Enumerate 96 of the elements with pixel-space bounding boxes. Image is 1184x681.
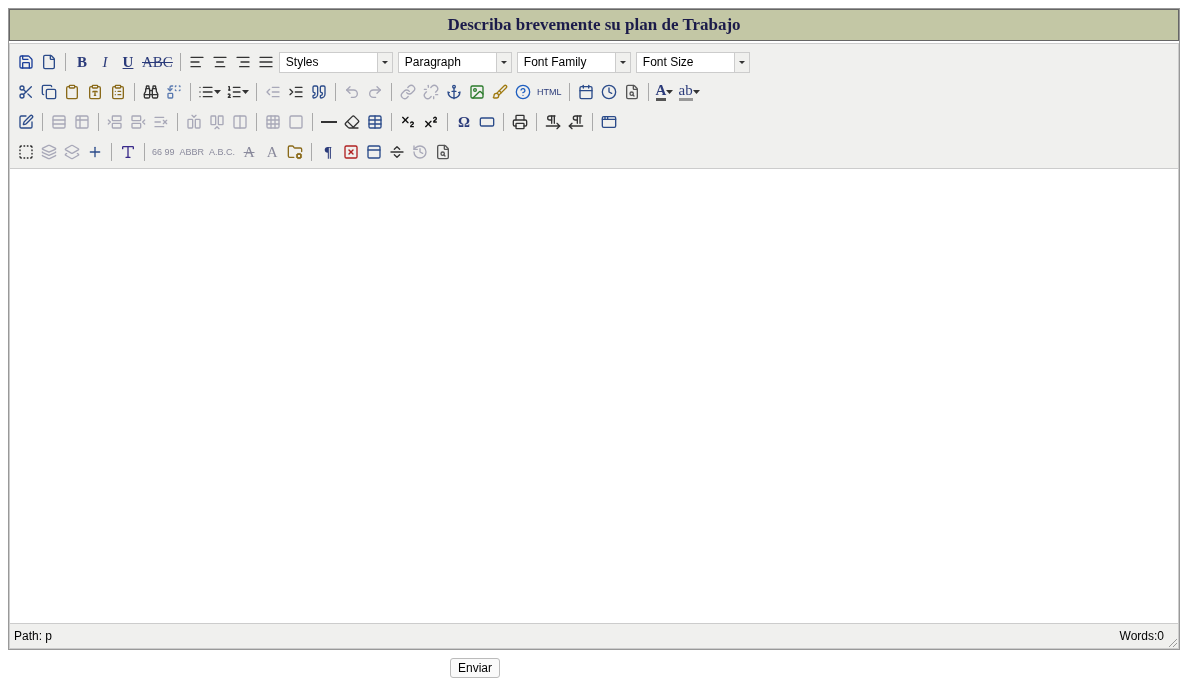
left-to-right-button[interactable] [543,112,563,132]
save-button[interactable] [16,52,36,72]
eraser-icon [344,114,360,130]
image-button[interactable] [467,82,487,102]
table-button[interactable] [365,112,385,132]
toolbar-button[interactable]: HTML [536,82,563,102]
layer-forward-icon [64,144,80,160]
image-icon [469,84,485,100]
row-before-icon [107,114,123,130]
row-after-icon [130,114,146,130]
edit-button[interactable] [16,112,36,132]
binoculars-button[interactable] [141,82,161,102]
copy-icon [41,84,57,100]
align-justify-icon [257,54,274,70]
selection-icon [18,144,34,160]
anchor-button[interactable] [444,82,464,102]
toolbar-button[interactable]: I [95,52,115,72]
toolbar-button[interactable]: ab [677,82,701,102]
subscript-icon [400,114,416,130]
element-path: Path: p [14,629,53,643]
redo-icon [367,84,383,100]
fullscreen-icon [601,114,617,130]
submit-button[interactable]: Enviar [450,658,500,678]
selection-button[interactable] [16,142,36,162]
format-dropdown[interactable]: Font Family [516,51,631,73]
toolbar-button[interactable]: ¶ [318,142,339,162]
preview-icon [435,144,452,160]
undo-icon [344,84,360,100]
toolbar-button[interactable]: Ω [454,112,474,132]
caret-icon [376,52,392,72]
editor-title: Describa brevemente su plan de Trabajo [9,9,1179,41]
brush-button[interactable] [490,82,510,102]
word-count: Words:0 [1119,629,1164,643]
restore-icon [412,144,429,160]
row-delete-icon [153,114,169,130]
quote-button[interactable] [309,82,329,102]
bullet-list-icon [198,84,214,100]
nonbreaking-icon [343,144,360,160]
column-before-icon [186,114,202,130]
anchor-icon [446,84,462,100]
quote-icon [311,84,327,100]
help-button[interactable] [513,82,533,102]
table-icon [367,114,383,130]
caret-icon [733,52,749,72]
link-icon [400,84,416,100]
superscript-icon [423,114,439,130]
replace-icon [166,84,182,100]
brush-icon [492,84,508,100]
unlink-icon [423,84,439,100]
new-document-icon [41,54,57,70]
format-dropdown[interactable]: Paragraph [397,51,512,73]
clock-icon [600,84,617,100]
page-break-icon [389,144,406,160]
table-cell-icon [74,114,90,130]
paste-word-icon [110,84,126,100]
layer-back-icon [41,144,57,160]
numbered-list-icon [226,84,242,100]
insert-layer-icon [87,144,103,160]
help-icon [515,84,531,100]
eraser-button[interactable] [342,112,362,132]
replace-button[interactable] [164,82,184,102]
binoculars-icon [143,84,159,100]
preview-icon [623,84,640,100]
toolbar-button[interactable]: U [118,52,138,72]
column-after-icon [209,114,225,130]
toolbar-button[interactable]: A [654,82,675,102]
save-icon [18,54,34,70]
paste-icon [64,84,80,100]
attributes-icon [287,144,304,160]
cut-icon [18,84,34,100]
format-dropdown[interactable]: Font Size [635,51,750,73]
print-icon [512,114,528,130]
align-center-icon [211,54,228,70]
caret-icon [614,52,630,72]
format-dropdown[interactable]: Styles [278,51,393,73]
copy-button[interactable] [39,82,59,102]
resize-grip-icon[interactable] [1169,639,1177,647]
split-cells-icon [265,114,281,130]
table-row-icon [51,114,67,130]
toolbar-button[interactable]: ABC [141,52,174,72]
edit-icon [18,114,34,130]
align-right-icon [234,54,251,70]
left-to-right-icon [545,114,561,130]
print-button[interactable] [510,112,530,132]
right-to-left-icon [568,114,584,130]
paste-text-icon [87,84,103,100]
right-to-left-button[interactable] [566,112,586,132]
horizontal-rule-icon [321,121,337,123]
outdent-icon [265,84,281,100]
align-left-icon [188,54,205,70]
template-icon [366,144,383,160]
calendar-icon [577,84,594,100]
caret-icon [495,52,511,72]
toolbar-button[interactable]: B [72,52,92,72]
style-icon [120,144,136,160]
indent-icon [288,84,304,100]
